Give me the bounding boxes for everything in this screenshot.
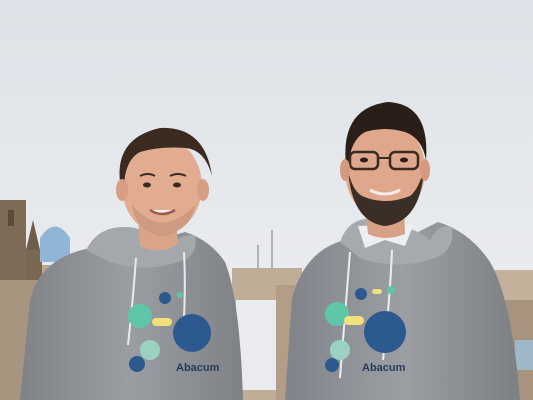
hoodie-brand-text-left: Abacum xyxy=(176,362,220,374)
photo-illustration: Abacum Abacum xyxy=(0,0,533,400)
photo-scene: Abacum Abacum xyxy=(0,0,533,400)
hoodie-brand-text-right: Abacum xyxy=(362,362,406,374)
